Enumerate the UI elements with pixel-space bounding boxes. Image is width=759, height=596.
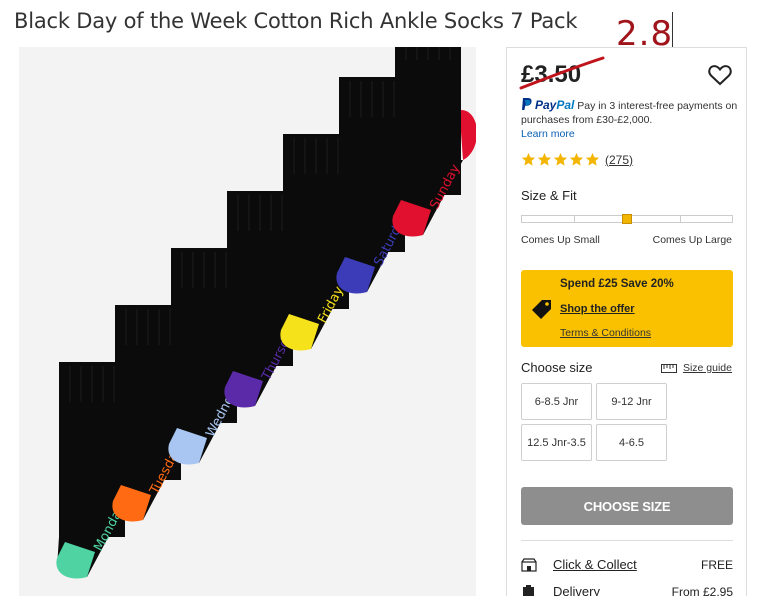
shop-offer-link[interactable]: Shop the offer: [560, 303, 635, 315]
paypal-logo: PayPal: [535, 98, 575, 112]
fit-large-label: Comes Up Large: [652, 234, 732, 246]
product-image[interactable]: Monday Tuesday Wednesday Thursday Friday Satu…: [19, 47, 476, 596]
paypal-info: PayPal Pay in 3 interest-free payments o…: [521, 98, 741, 141]
store-icon: [521, 557, 539, 572]
terms-link[interactable]: Terms & Conditions: [560, 327, 651, 339]
paypal-icon: [522, 98, 532, 110]
size-option[interactable]: 6-8.5 Jnr: [521, 383, 592, 420]
delivery-option-name[interactable]: Delivery: [553, 584, 672, 596]
delivery-box-icon: [521, 584, 539, 596]
socks-illustration: MondayTuesdayWednesdayThursdayFridaySatu…: [56, 47, 476, 579]
size-options: 6-8.5 Jnr 9-12 Jnr 12.5 Jnr-3.5 4-6.5: [521, 383, 669, 461]
delivery-option-name[interactable]: Click & Collect: [553, 557, 701, 572]
star-icon: [521, 152, 536, 166]
choose-size-button[interactable]: CHOOSE SIZE: [521, 487, 733, 525]
delivery-option-price: From £2.95: [671, 584, 733, 596]
size-option[interactable]: 9-12 Jnr: [596, 383, 667, 420]
promo-title: Spend £25 Save 20%: [560, 278, 674, 290]
price-strikethrough-mark: [519, 56, 605, 90]
review-count[interactable]: (275): [605, 153, 633, 167]
promo-banner: Spend £25 Save 20% Shop the offer Terms …: [521, 270, 733, 347]
star-icon: [553, 152, 568, 166]
wishlist-heart-icon[interactable]: [708, 64, 732, 91]
size-option[interactable]: 12.5 Jnr-3.5: [521, 424, 592, 461]
divider: [521, 540, 733, 541]
star-icon: [585, 152, 600, 166]
delivery-option-price: FREE: [700, 557, 733, 572]
product-title: Black Day of the Week Cotton Rich Ankle …: [14, 9, 578, 33]
delivery-row[interactable]: Delivery From £2.95: [521, 584, 733, 596]
fit-marker: [622, 214, 632, 224]
size-option[interactable]: 4-6.5: [596, 424, 667, 461]
choose-size-label: Choose size: [521, 360, 593, 375]
click-collect-row[interactable]: Click & Collect FREE: [521, 557, 733, 572]
paypal-learn-more-link[interactable]: Learn more: [521, 127, 741, 141]
sock: Sunday: [392, 47, 476, 237]
fit-scale: [521, 214, 733, 224]
price-tag-icon: [532, 300, 551, 319]
fit-tick: [574, 216, 575, 222]
size-fit-label: Size & Fit: [521, 188, 577, 203]
star-icon: [569, 152, 584, 166]
purchase-panel: £3.50 PayPal Pay in 3 interest-free paym…: [506, 47, 747, 596]
fit-small-label: Comes Up Small: [521, 234, 600, 246]
rating-stars[interactable]: (275): [521, 152, 633, 167]
ruler-icon: [660, 363, 677, 373]
fit-tick: [680, 216, 681, 222]
star-icon: [537, 152, 552, 166]
star-icons: [521, 152, 600, 167]
size-guide-link[interactable]: Size guide: [660, 362, 732, 374]
